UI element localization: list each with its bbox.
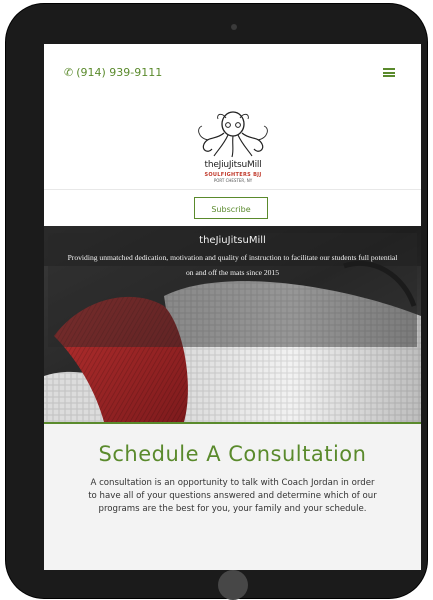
top-bar: ✆ (914) 939-9111 [44, 44, 421, 104]
home-button[interactable] [218, 570, 248, 600]
hero-banner: theJiuJitsuMill Providing unmatched dedi… [44, 226, 421, 422]
phone-number: (914) 939-9111 [76, 66, 163, 79]
consultation-section: Schedule A Consultation A consultation i… [44, 424, 421, 570]
logo-location: PORT CHESTER, NY [213, 178, 253, 183]
screen: ✆ (914) 939-9111 theJiuJitsuMill SOULFIG… [44, 44, 421, 570]
hamburger-menu-icon[interactable] [383, 68, 395, 77]
camera-icon [231, 24, 237, 30]
phone-link[interactable]: ✆ (914) 939-9111 [64, 66, 162, 79]
consultation-title: Schedule A Consultation [98, 442, 367, 466]
logo-name: theJiuJitsuMill [204, 160, 262, 170]
header-divider [44, 189, 421, 190]
tablet-frame: ✆ (914) 939-9111 theJiuJitsuMill SOULFIG… [6, 4, 427, 600]
hero-title: theJiuJitsuMill [199, 235, 266, 246]
subscribe-button[interactable]: Subscribe [194, 197, 268, 219]
consultation-text: A consultation is an opportunity to talk… [88, 478, 377, 514]
hero-text: Providing unmatched dedication, motivati… [67, 253, 398, 277]
octopus-logo-icon [198, 111, 268, 158]
phone-icon: ✆ [64, 66, 74, 79]
